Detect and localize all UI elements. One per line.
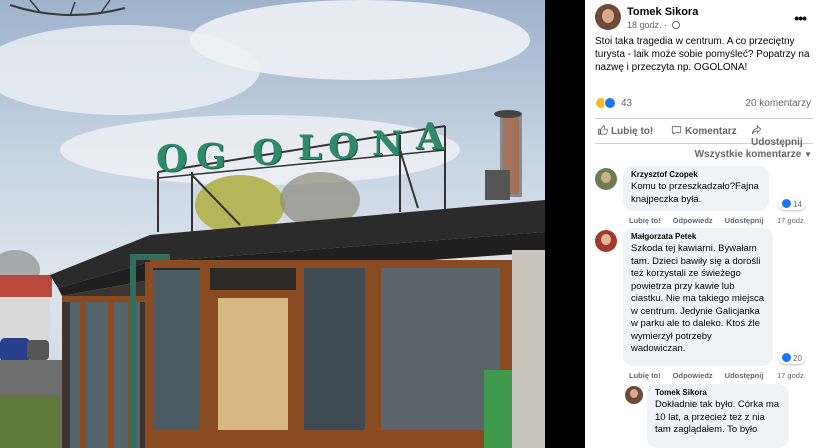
- commenter-avatar[interactable]: [595, 168, 617, 190]
- comment-time[interactable]: 17 godz.: [777, 371, 806, 380]
- sign-letter: N: [372, 124, 404, 164]
- share-label: Udostępnij: [751, 137, 803, 148]
- comment-text: Komu to przeszkadzało?Fajna knajpeczka b…: [631, 181, 759, 205]
- screenshot-frame: O G O L O N A Tomek Sikora 18 godz. · ••…: [0, 0, 820, 448]
- comment-bubble: Małgorzata Petek Szkoda tej kawiarni. By…: [623, 228, 773, 366]
- author-name[interactable]: Tomek Sikora: [627, 6, 698, 18]
- like-reaction-icon: [782, 199, 791, 208]
- comment-text: Dokładnie tak było. Córka ma 10 lat, a p…: [655, 399, 780, 435]
- like-reaction-icon: [782, 353, 791, 362]
- comment-author[interactable]: Krzysztof Czopek: [631, 170, 761, 179]
- globe-icon: [671, 21, 680, 29]
- like-label: Lubię to!: [611, 126, 654, 137]
- reaction-count[interactable]: 43: [621, 98, 632, 109]
- commenter-avatar[interactable]: [595, 230, 617, 252]
- sign-letter: O: [328, 126, 359, 167]
- post-panel: Tomek Sikora 18 godz. · ••• Stoi taka tr…: [585, 0, 820, 448]
- comment-item: Krzysztof Czopek Komu to przeszkadzało?F…: [595, 166, 813, 228]
- comment-time[interactable]: 17 godz.: [777, 216, 806, 225]
- reactions-bar: 43 20 komentarzy: [595, 97, 811, 111]
- thumbs-up-icon: [597, 125, 608, 135]
- comment-author[interactable]: Tomek Sikora: [655, 388, 781, 397]
- sign-letter: L: [298, 128, 322, 168]
- commenter-avatar[interactable]: [625, 386, 643, 404]
- comment-reaction-count: 14: [793, 200, 802, 209]
- comment-text: Szkoda tej kawiarni. Bywałam tam. Dzieci…: [631, 243, 765, 354]
- comment-reply-link[interactable]: Odpowiedz: [673, 371, 713, 380]
- sign-letter: A: [416, 116, 444, 158]
- comment-bubble: Tomek Sikora Dokładnie tak było. Córka m…: [647, 384, 789, 448]
- comment-actions: Lubię to! Odpowiedz Udostępnij: [629, 371, 775, 380]
- comment-item: Małgorzata Petek Szkoda tej kawiarni. By…: [595, 228, 813, 384]
- reply-item: Tomek Sikora Dokładnie tak było. Córka m…: [625, 384, 817, 448]
- sep-dot: ·: [664, 20, 668, 30]
- comment-like-link[interactable]: Lubię to!: [629, 216, 661, 225]
- comment-author[interactable]: Małgorzata Petek: [631, 232, 765, 241]
- comment-reply-link[interactable]: Odpowiedz: [673, 216, 713, 225]
- chevron-down-icon: ▼: [804, 150, 812, 159]
- post-time-text[interactable]: 18 godz.: [627, 20, 662, 30]
- share-icon: [751, 125, 762, 135]
- comment-icon: [671, 126, 682, 135]
- comment-label: Komentarz: [685, 126, 737, 137]
- comment-reactions[interactable]: 20: [779, 352, 805, 364]
- comment-like-link[interactable]: Lubię to!: [629, 371, 661, 380]
- sign-letter: G: [196, 136, 226, 177]
- post-header: Tomek Sikora 18 godz. · •••: [595, 4, 810, 34]
- sign-letter: O: [156, 138, 188, 180]
- comment-reactions[interactable]: 14: [779, 198, 805, 210]
- like-button[interactable]: Lubię to!: [597, 125, 653, 137]
- comment-reaction-count: 20: [793, 354, 802, 363]
- post-actions: Lubię to! Komentarz Udostępnij: [595, 118, 813, 148]
- comments-count[interactable]: 20 komentarzy: [745, 98, 811, 109]
- comment-button[interactable]: Komentarz: [671, 125, 737, 137]
- more-options-icon[interactable]: •••: [794, 10, 807, 26]
- post-photo[interactable]: O G O L O N A: [0, 0, 545, 448]
- sort-label: Wszystkie komentarze: [694, 149, 802, 160]
- author-avatar[interactable]: [595, 4, 621, 30]
- comment-share-link[interactable]: Udostępnij: [725, 216, 764, 225]
- post-time[interactable]: 18 godz. ·: [627, 20, 680, 30]
- share-button[interactable]: Udostępnij: [751, 125, 813, 148]
- comments-sort-dropdown[interactable]: Wszystkie komentarze ▼: [695, 149, 812, 160]
- comment-share-link[interactable]: Udostępnij: [725, 371, 764, 380]
- cafe-scene: [0, 0, 545, 448]
- like-reaction-icon[interactable]: [604, 97, 616, 109]
- comment-actions: Lubię to! Odpowiedz Udostępnij: [629, 216, 775, 225]
- sign-letter: O: [252, 132, 283, 173]
- comment-bubble: Krzysztof Czopek Komu to przeszkadzało?F…: [623, 166, 769, 211]
- post-text: Stoi taka tragedia w centrum. A co przec…: [595, 36, 810, 73]
